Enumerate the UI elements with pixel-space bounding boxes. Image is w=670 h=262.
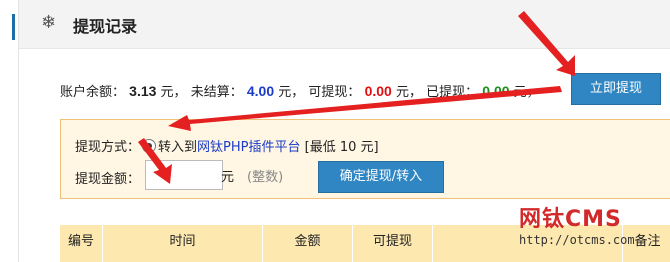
minimum-amount-note: [最低 10 元] [304,140,379,155]
watermark-logo: 网钛CMS [519,207,622,232]
column-header-id: 编号 [60,225,103,262]
unsettled-value: 4.00 [246,83,275,99]
currency-unit: 元， [395,85,422,100]
currency-unit: 元， [160,85,187,100]
integer-hint: (整数) [247,170,284,185]
withdraw-method-prefix: 转入到 [158,140,198,155]
currency-unit: 元， [513,85,540,100]
withdraw-method-label: 提现方式： [75,140,141,155]
available-label: 可提现： [308,85,361,100]
radio-selected-dot [146,143,153,149]
confirm-withdraw-button[interactable]: 确定提现/转入 [318,161,444,193]
watermark: 网钛CMS http://otcms.com [519,201,635,247]
amount-unit: 元 [221,170,235,185]
plugin-platform-link[interactable]: 网钛PHP插件平台 [197,140,300,155]
available-value: 0.00 [364,83,392,99]
unsettled-label: 未结算： [190,85,243,100]
withdraw-form: 提现方式： 转入到网钛PHP插件平台 [最低 10 元] 提现金额： 元 (整数)… [60,119,670,199]
balance-summary: 账户余额： 3.13 元， 未结算： 4.00 元， 可提现： 0.00 元， … [60,81,540,100]
left-sidebar-edge [0,0,19,262]
page-title: 提现记录 [73,17,138,36]
withdraw-amount-input[interactable] [145,160,223,190]
withdraw-method-row: 提现方式： 转入到网钛PHP插件平台 [最低 10 元] [75,136,379,155]
withdrawn-value: 0.00 [482,83,510,99]
withdraw-method-radio[interactable] [142,139,157,153]
withdrawn-label: 已提现： [426,85,479,100]
column-header-time: 时间 [103,225,263,262]
column-header-available: 可提现 [353,225,433,262]
page-header: ❄ 提现记录 [19,0,670,49]
withdraw-now-button[interactable]: 立即提现 [571,73,661,105]
withdraw-amount-label: 提现金额： [75,172,141,187]
account-balance-value: 3.13 [129,83,157,99]
watermark-url: http://otcms.com [519,233,635,247]
column-header-amount: 金额 [263,225,353,262]
sidebar-active-indicator [12,14,15,40]
snowflake-icon: ❄ [41,12,57,33]
account-balance-label: 账户余额： [60,85,126,100]
currency-unit: 元， [278,85,305,100]
